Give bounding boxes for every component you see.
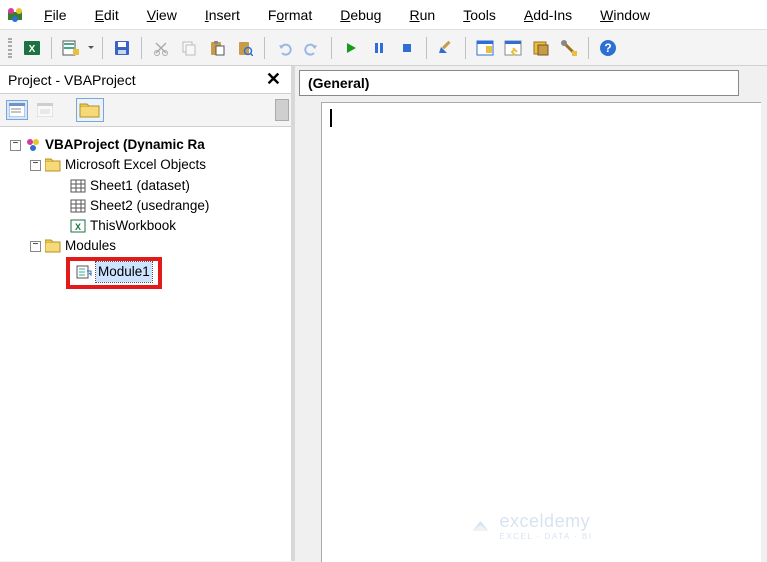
menu-tools[interactable]: Tools — [451, 3, 508, 27]
menu-insert[interactable]: Insert — [193, 3, 252, 27]
tree-item-sheet1[interactable]: Sheet1 (dataset) — [70, 176, 287, 196]
insert-button[interactable] — [59, 36, 83, 60]
properties-window-button[interactable] — [501, 36, 525, 60]
worksheet-icon — [70, 179, 86, 193]
object-browser-button[interactable] — [529, 36, 553, 60]
object-dropdown-value: (General) — [308, 75, 369, 91]
tree-item-label: Sheet1 (dataset) — [90, 176, 190, 196]
break-button[interactable] — [367, 36, 391, 60]
vba-app-icon — [6, 6, 24, 24]
tree-folder-label: Microsoft Excel Objects — [65, 155, 206, 175]
menu-window[interactable]: Window — [588, 3, 662, 27]
tree-folder-modules[interactable]: − Modules — [30, 236, 287, 256]
object-dropdown[interactable]: (General) — [299, 70, 739, 96]
tree-item-sheet2[interactable]: Sheet2 (usedrange) — [70, 196, 287, 216]
project-explorer: Project - VBAProject ✕ − VBAProject (Dyn… — [0, 66, 295, 561]
toolbar-separator — [141, 37, 142, 59]
watermark: exceldemy EXCEL · DATA · BI — [470, 511, 593, 541]
folder-open-icon — [45, 158, 61, 172]
menu-addins[interactable]: Add-Ins — [512, 3, 584, 27]
collapse-icon[interactable]: − — [30, 241, 41, 252]
view-code-button[interactable] — [6, 100, 28, 120]
worksheet-icon — [70, 199, 86, 213]
module-icon — [76, 265, 92, 279]
watermark-brand: exceldemy — [500, 511, 591, 531]
code-editor[interactable] — [321, 102, 761, 562]
vba-project-icon — [25, 137, 41, 153]
view-excel-button[interactable]: X — [20, 36, 44, 60]
paste-button[interactable] — [205, 36, 229, 60]
menu-run[interactable]: Run — [397, 3, 447, 27]
toolbar-separator — [465, 37, 466, 59]
tree-item-label: Sheet2 (usedrange) — [90, 196, 209, 216]
code-pane: (General) exceldemy EXCEL · DATA · BI — [295, 66, 767, 561]
toggle-folders-button[interactable] — [76, 98, 104, 122]
menu-debug[interactable]: Debug — [328, 3, 393, 27]
highlight-annotation: Module1 — [66, 257, 162, 289]
redo-button[interactable] — [300, 36, 324, 60]
menu-edit[interactable]: Edit — [83, 3, 131, 27]
copy-button[interactable] — [177, 36, 201, 60]
tree-root-label: VBAProject (Dynamic Ra — [45, 135, 205, 155]
project-explorer-button[interactable] — [473, 36, 497, 60]
cut-button[interactable] — [149, 36, 173, 60]
tree-item-label: ThisWorkbook — [90, 216, 176, 236]
tree-root[interactable]: − VBAProject (Dynamic Ra — [10, 135, 287, 155]
reset-button[interactable] — [395, 36, 419, 60]
menu-file[interactable]: File — [32, 3, 79, 27]
view-object-button[interactable] — [34, 100, 56, 120]
toolbar-separator — [426, 37, 427, 59]
scrollbar-stub[interactable] — [275, 99, 289, 121]
save-button[interactable] — [110, 36, 134, 60]
run-button[interactable] — [339, 36, 363, 60]
close-icon[interactable]: ✕ — [262, 69, 285, 90]
find-button[interactable] — [233, 36, 257, 60]
design-mode-button[interactable] — [434, 36, 458, 60]
collapse-icon[interactable]: − — [30, 160, 41, 171]
insert-dropdown-arrow[interactable] — [87, 36, 95, 60]
collapse-icon[interactable]: − — [10, 140, 21, 151]
menu-format[interactable]: Format — [256, 3, 324, 27]
menu-bar: File Edit View Insert Format Debug Run T… — [0, 0, 767, 30]
tree-folder-label: Modules — [65, 236, 116, 256]
workbook-icon: X — [70, 219, 86, 233]
project-tree: − VBAProject (Dynamic Ra − Microsoft Exc… — [0, 127, 291, 293]
watermark-logo-icon — [470, 515, 492, 537]
svg-text:X: X — [29, 44, 36, 55]
toolbar-separator — [264, 37, 265, 59]
tree-folder-objects[interactable]: − Microsoft Excel Objects — [30, 155, 287, 175]
main-toolbar: X — [0, 30, 767, 66]
tree-item-label: Module1 — [96, 262, 152, 282]
undo-button[interactable] — [272, 36, 296, 60]
toolbar-grip[interactable] — [8, 38, 12, 58]
watermark-tagline: EXCEL · DATA · BI — [500, 532, 593, 541]
project-pane-toolbar — [0, 94, 291, 127]
tree-item-module1[interactable]: Module1 — [66, 257, 287, 289]
menu-view[interactable]: View — [135, 3, 189, 27]
toolbar-separator — [331, 37, 332, 59]
tree-item-thisworkbook[interactable]: X ThisWorkbook — [70, 216, 287, 236]
help-button[interactable]: ? — [596, 36, 620, 60]
toolbar-separator — [588, 37, 589, 59]
svg-text:X: X — [75, 222, 81, 232]
main-area: Project - VBAProject ✕ − VBAProject (Dyn… — [0, 66, 767, 561]
folder-open-icon — [45, 239, 61, 253]
toolbar-separator — [51, 37, 52, 59]
project-pane-title: Project - VBAProject — [8, 72, 136, 88]
toolbox-button[interactable] — [557, 36, 581, 60]
text-cursor — [330, 109, 332, 127]
toolbar-separator — [102, 37, 103, 59]
svg-text:?: ? — [604, 41, 611, 55]
project-pane-title-bar[interactable]: Project - VBAProject ✕ — [0, 66, 291, 94]
